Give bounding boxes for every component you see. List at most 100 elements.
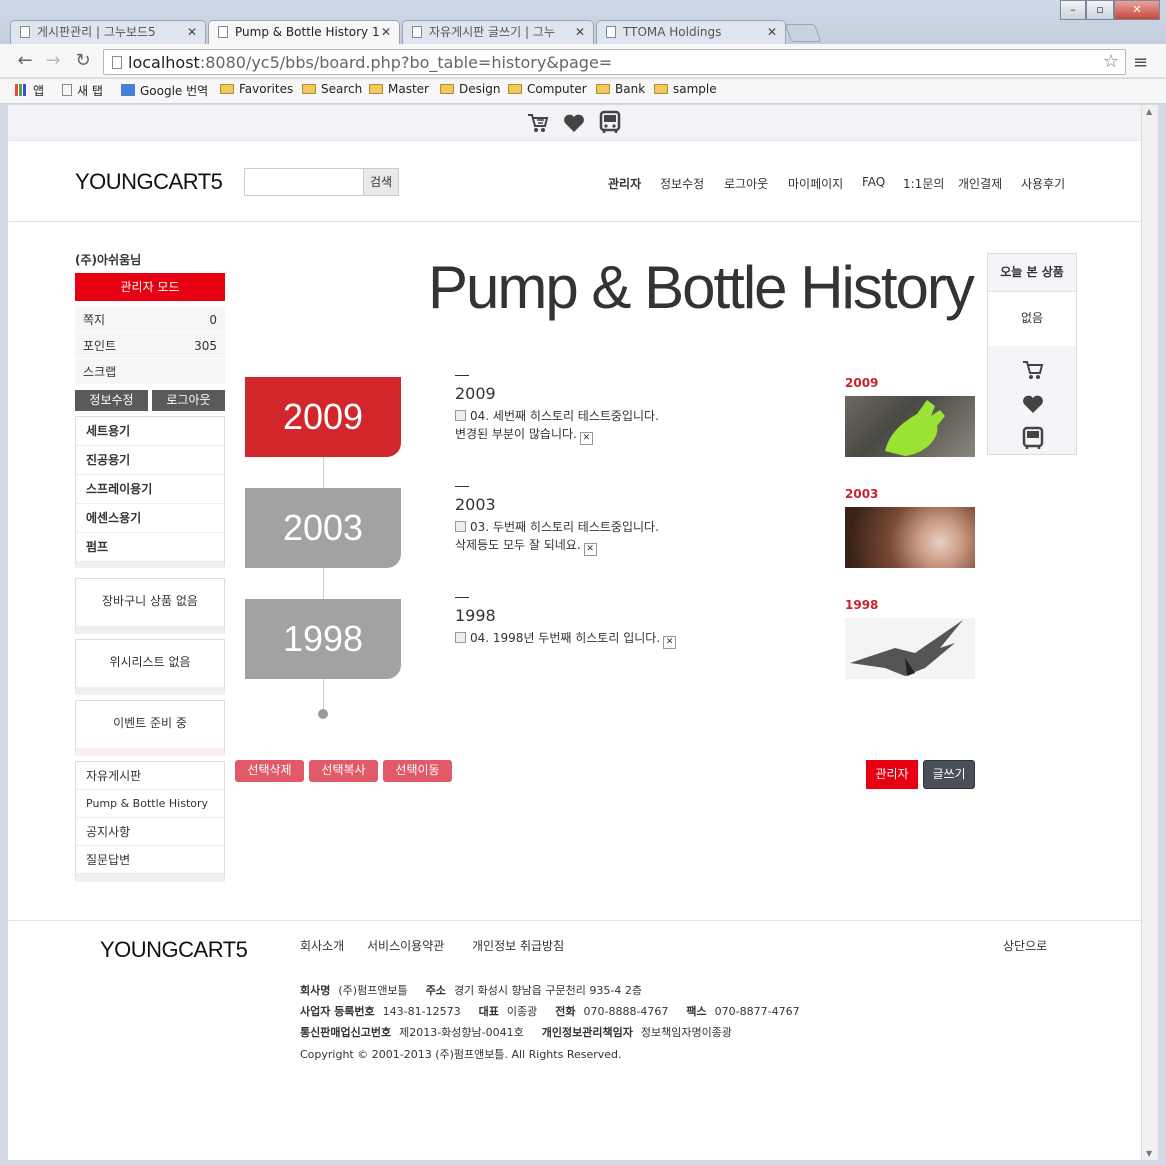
delete-icon[interactable]: ✕ [583, 543, 597, 556]
new-tab-button[interactable] [784, 24, 822, 42]
select-delete-button[interactable]: 선택삭제 [235, 760, 304, 782]
admin-button[interactable]: 관리자 [866, 760, 918, 789]
admin-mode-button[interactable]: 관리자 모드 [75, 273, 225, 301]
page-icon [218, 26, 228, 38]
scroll-up-icon[interactable]: ▲ [1146, 107, 1152, 116]
star-icon[interactable]: ☆ [1103, 51, 1119, 72]
bookmark-folder[interactable]: sample [654, 82, 717, 96]
board-link[interactable]: Pump & Bottle History [76, 790, 224, 818]
nav-reviews[interactable]: 사용후기 [1021, 175, 1065, 192]
menu-icon[interactable]: ≡ [1133, 52, 1148, 73]
thumbnail-image[interactable] [845, 396, 975, 457]
bookmark-folder[interactable]: Bank [596, 82, 645, 96]
thumbnail-image[interactable] [845, 618, 975, 679]
close-icon[interactable]: ✕ [767, 21, 777, 43]
select-checkbox[interactable] [455, 632, 466, 643]
board-link[interactable]: 질문답변 [76, 846, 224, 874]
footer-link-privacy[interactable]: 개인정보 취급방침 [472, 937, 564, 954]
select-checkbox[interactable] [455, 521, 466, 532]
year-badge[interactable]: 2009 [245, 377, 401, 457]
bookmark-item[interactable]: Google 번역 [121, 82, 208, 99]
back-icon[interactable]: ← [14, 50, 36, 71]
window-close-button[interactable]: ✕ [1114, 0, 1160, 20]
category-item[interactable]: 진공용기 [76, 446, 224, 475]
nav-personal-payment[interactable]: 개인결제 [958, 175, 1002, 192]
cart-icon[interactable] [1021, 358, 1045, 382]
board-link[interactable]: 자유게시판 [76, 762, 224, 790]
bookmark-folder[interactable]: Favorites [220, 82, 293, 96]
scrollbar[interactable]: ▲ ▼ [1141, 105, 1158, 1160]
user-stats: 쪽지 0 포인트 305 스크랩 [75, 307, 225, 385]
nav-faq[interactable]: FAQ [862, 175, 885, 189]
close-icon[interactable]: ✕ [575, 21, 585, 43]
thumbnail-image[interactable] [845, 507, 975, 568]
site-logo[interactable]: YOUNGCART5 [75, 169, 223, 195]
nav-logout[interactable]: 로그아웃 [724, 175, 768, 192]
entry-title[interactable]: 2003 [455, 495, 659, 514]
close-icon[interactable]: ✕ [187, 21, 197, 43]
tab-strip: 게시판관리 | 그누보드5 ✕ Pump & Bottle History 1 ✕ … [0, 0, 1166, 45]
cart-icon[interactable] [526, 111, 550, 135]
bookmark-item[interactable]: 새 탭 [62, 82, 103, 99]
event-box: 이벤트 준비 중 [75, 700, 225, 756]
bus-icon[interactable] [1021, 426, 1045, 452]
folder-icon [220, 84, 234, 94]
bus-icon[interactable] [598, 110, 622, 136]
apps-icon [15, 84, 28, 96]
nav-inquiry[interactable]: 1:1문의 [903, 175, 944, 192]
nav-admin[interactable]: 관리자 [608, 175, 641, 192]
select-move-button[interactable]: 선택이동 [383, 760, 452, 782]
address-bar[interactable]: localhost:8080/yc5/bbs/board.php?bo_tabl… [103, 49, 1126, 75]
edit-profile-button[interactable]: 정보수정 [75, 390, 148, 411]
entry-title[interactable]: 1998 [455, 606, 676, 625]
select-copy-button[interactable]: 선택복사 [309, 760, 378, 782]
entry-dash [455, 486, 469, 487]
forward-icon[interactable]: → [42, 50, 64, 71]
wishlist-box: 위시리스트 없음 [75, 639, 225, 695]
delete-icon[interactable]: ✕ [579, 432, 593, 445]
reload-icon[interactable]: ↻ [72, 50, 94, 71]
search-input[interactable] [244, 168, 364, 196]
entry-text[interactable]: 03. 두번째 히스토리 테스트중입니다. [470, 520, 659, 534]
entry-title[interactable]: 2009 [455, 384, 659, 403]
tab-active[interactable]: Pump & Bottle History 1 ✕ [208, 20, 400, 45]
footer-logo[interactable]: YOUNGCART5 [100, 937, 248, 963]
bookmark-folder[interactable]: Design [440, 82, 500, 96]
heart-icon[interactable] [1022, 394, 1044, 414]
category-item[interactable]: 세트용기 [76, 417, 224, 446]
search-button[interactable]: 검색 [363, 168, 399, 196]
minimize-button[interactable]: – [1060, 0, 1086, 20]
heart-icon[interactable] [563, 113, 585, 133]
bookmark-apps[interactable]: 앱 [15, 82, 44, 99]
point-row[interactable]: 포인트 305 [75, 333, 225, 359]
memo-row[interactable]: 쪽지 0 [75, 307, 225, 333]
back-to-top-link[interactable]: 상단으로 [1003, 937, 1047, 954]
scroll-down-icon[interactable]: ▼ [1146, 1149, 1152, 1158]
select-checkbox[interactable] [455, 410, 466, 421]
entry-text[interactable]: 04. 1998년 두번째 히스토리 입니다. [470, 631, 660, 645]
year-badge[interactable]: 2003 [245, 488, 401, 568]
scrap-row[interactable]: 스크랩 [75, 359, 225, 385]
entry-text[interactable]: 04. 세번째 히스토리 테스트중입니다. [470, 409, 659, 423]
year-badge[interactable]: 1998 [245, 599, 401, 679]
footer-link-about[interactable]: 회사소개 [300, 937, 344, 954]
nav-mypage[interactable]: 마이페이지 [788, 175, 843, 192]
bookmark-folder[interactable]: Master [369, 82, 429, 96]
tab[interactable]: 자유게시판 글쓰기 | 그누 ✕ [402, 20, 594, 44]
write-button[interactable]: 글쓰기 [923, 760, 975, 789]
footer-link-terms[interactable]: 서비스이용약관 [367, 937, 444, 954]
nav-edit-profile[interactable]: 정보수정 [660, 175, 704, 192]
category-item[interactable]: 펌프 [76, 533, 224, 562]
tab[interactable]: TTOMA Holdings ✕ [596, 20, 786, 44]
logout-button[interactable]: 로그아웃 [152, 390, 225, 411]
delete-icon[interactable]: ✕ [663, 636, 677, 649]
board-link[interactable]: 공지사항 [76, 818, 224, 846]
info-value: 070-8888-4767 [583, 1005, 669, 1018]
maximize-button[interactable]: ▫ [1086, 0, 1114, 20]
close-icon[interactable]: ✕ [381, 21, 391, 43]
category-item[interactable]: 에센스용기 [76, 504, 224, 533]
bookmark-folder[interactable]: Search [302, 82, 362, 96]
category-item[interactable]: 스프레이용기 [76, 475, 224, 504]
tab[interactable]: 게시판관리 | 그누보드5 ✕ [10, 20, 206, 44]
bookmark-folder[interactable]: Computer [508, 82, 587, 96]
